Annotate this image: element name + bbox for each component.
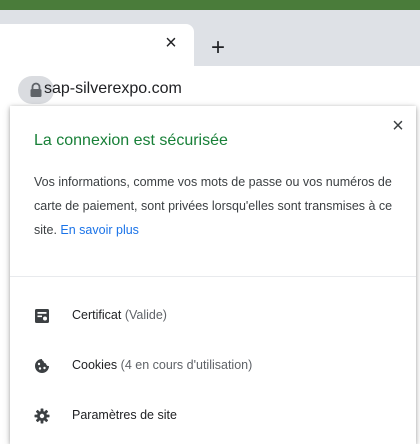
connection-secure-title: La connexion est sécurisée xyxy=(34,132,228,149)
cookies-count: (4 en cours d'utilisation) xyxy=(120,358,253,372)
cookies-item[interactable]: Cookies (4 en cours d'utilisation) xyxy=(10,346,416,386)
url-text[interactable]: sap-silverexpo.com xyxy=(44,80,182,98)
site-info-popup: × La connexion est sécurisée Vos informa… xyxy=(10,106,416,444)
window-top-accent xyxy=(0,0,420,10)
lock-icon xyxy=(30,82,42,97)
divider xyxy=(10,276,416,277)
certificate-item[interactable]: Certificat (Valide) xyxy=(10,296,416,336)
tab-close-icon[interactable]: × xyxy=(160,32,182,54)
active-tab[interactable]: × xyxy=(0,24,194,66)
gear-icon xyxy=(34,408,50,424)
close-icon[interactable]: × xyxy=(386,114,410,138)
new-tab-icon[interactable]: + xyxy=(206,36,230,60)
learn-more-link[interactable]: En savoir plus xyxy=(60,223,139,237)
certificate-label: Certificat xyxy=(72,308,122,322)
site-settings-label: Paramètres de site xyxy=(72,408,177,422)
certificate-icon xyxy=(35,309,49,323)
cookie-icon xyxy=(35,359,49,373)
site-settings-item[interactable]: Paramètres de site xyxy=(10,396,416,436)
certificate-status: (Valide) xyxy=(124,308,167,322)
tab-strip: × + xyxy=(0,10,420,66)
connection-description: Vos informations, comme vos mots de pass… xyxy=(34,170,394,242)
cookies-label: Cookies xyxy=(72,358,118,372)
address-bar: sap-silverexpo.com xyxy=(0,66,420,110)
